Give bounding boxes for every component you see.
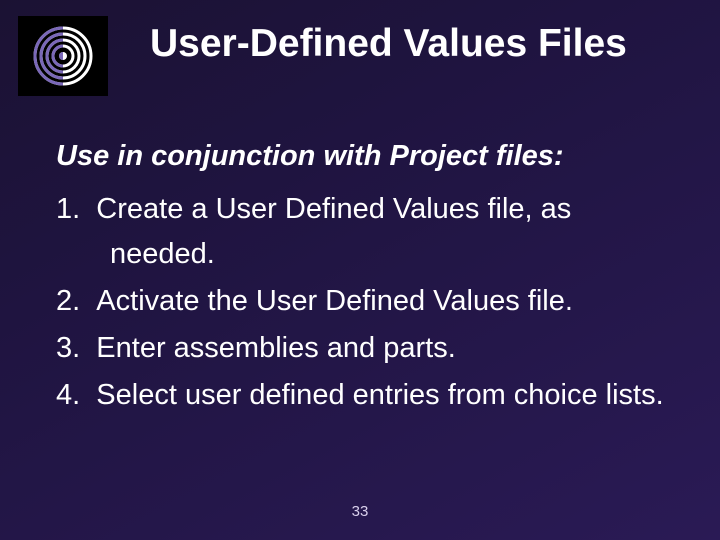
logo	[18, 16, 108, 96]
list-item: 4. Select user defined entries from choi…	[56, 373, 680, 418]
slide-body: Use in conjunction with Project files: 1…	[56, 140, 680, 420]
slide-title: User-Defined Values Files	[150, 22, 690, 66]
list-item: 3. Enter assemblies and parts.	[56, 326, 680, 371]
page-number: 33	[0, 503, 720, 520]
steps-list: 1. Create a User Defined Values file, as…	[56, 187, 680, 418]
concentric-circles-icon	[28, 26, 98, 86]
lead-text: Use in conjunction with Project files:	[56, 140, 680, 173]
list-item: 1. Create a User Defined Values file, as…	[56, 187, 680, 277]
list-item: 2. Activate the User Defined Values file…	[56, 279, 680, 324]
